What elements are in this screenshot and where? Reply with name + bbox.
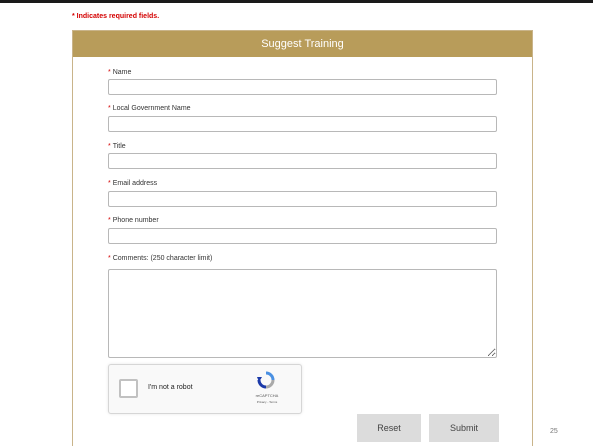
recaptcha-label: I'm not a robot: [148, 384, 193, 391]
email-input[interactable]: [108, 191, 497, 207]
title-label: * Title: [108, 143, 126, 150]
top-divider: [0, 0, 593, 3]
recaptcha-logo-icon: [257, 371, 275, 389]
recaptcha-brand: reCAPTCHA: [255, 393, 279, 398]
required-star: *: [108, 105, 111, 112]
page-number: 25: [550, 428, 558, 435]
title-input[interactable]: [108, 153, 497, 169]
email-label: * Email address: [108, 180, 158, 187]
local-government-name-input[interactable]: [108, 116, 497, 132]
phone-label: * Phone number: [108, 217, 159, 224]
recaptcha-checkbox[interactable]: [119, 379, 138, 398]
required-star: *: [108, 217, 111, 224]
name-input[interactable]: [108, 79, 497, 95]
required-star: *: [108, 69, 111, 76]
suggest-training-form: Suggest Training * Name * Local Government…: [72, 30, 533, 446]
required-star: *: [108, 180, 111, 187]
recaptcha-widget: I'm not a robot reCAPTCHA Privacy - Term…: [108, 364, 302, 414]
form-title: Suggest Training: [261, 38, 344, 50]
phone-input[interactable]: [108, 228, 497, 244]
required-star: *: [108, 143, 111, 150]
name-label: * Name: [108, 69, 132, 76]
submit-button[interactable]: Submit: [429, 414, 499, 442]
reset-button[interactable]: Reset: [357, 414, 421, 442]
recaptcha-privacy-terms[interactable]: Privacy - Terms: [237, 400, 297, 404]
form-header: Suggest Training: [73, 31, 532, 57]
required-fields-note: * Indicates required fields.: [72, 13, 160, 20]
comments-label: * Comments: (250 character limit): [108, 255, 213, 262]
comments-textarea[interactable]: [108, 269, 497, 358]
required-star: *: [108, 255, 111, 262]
local-government-name-label: * Local Government Name: [108, 105, 191, 112]
